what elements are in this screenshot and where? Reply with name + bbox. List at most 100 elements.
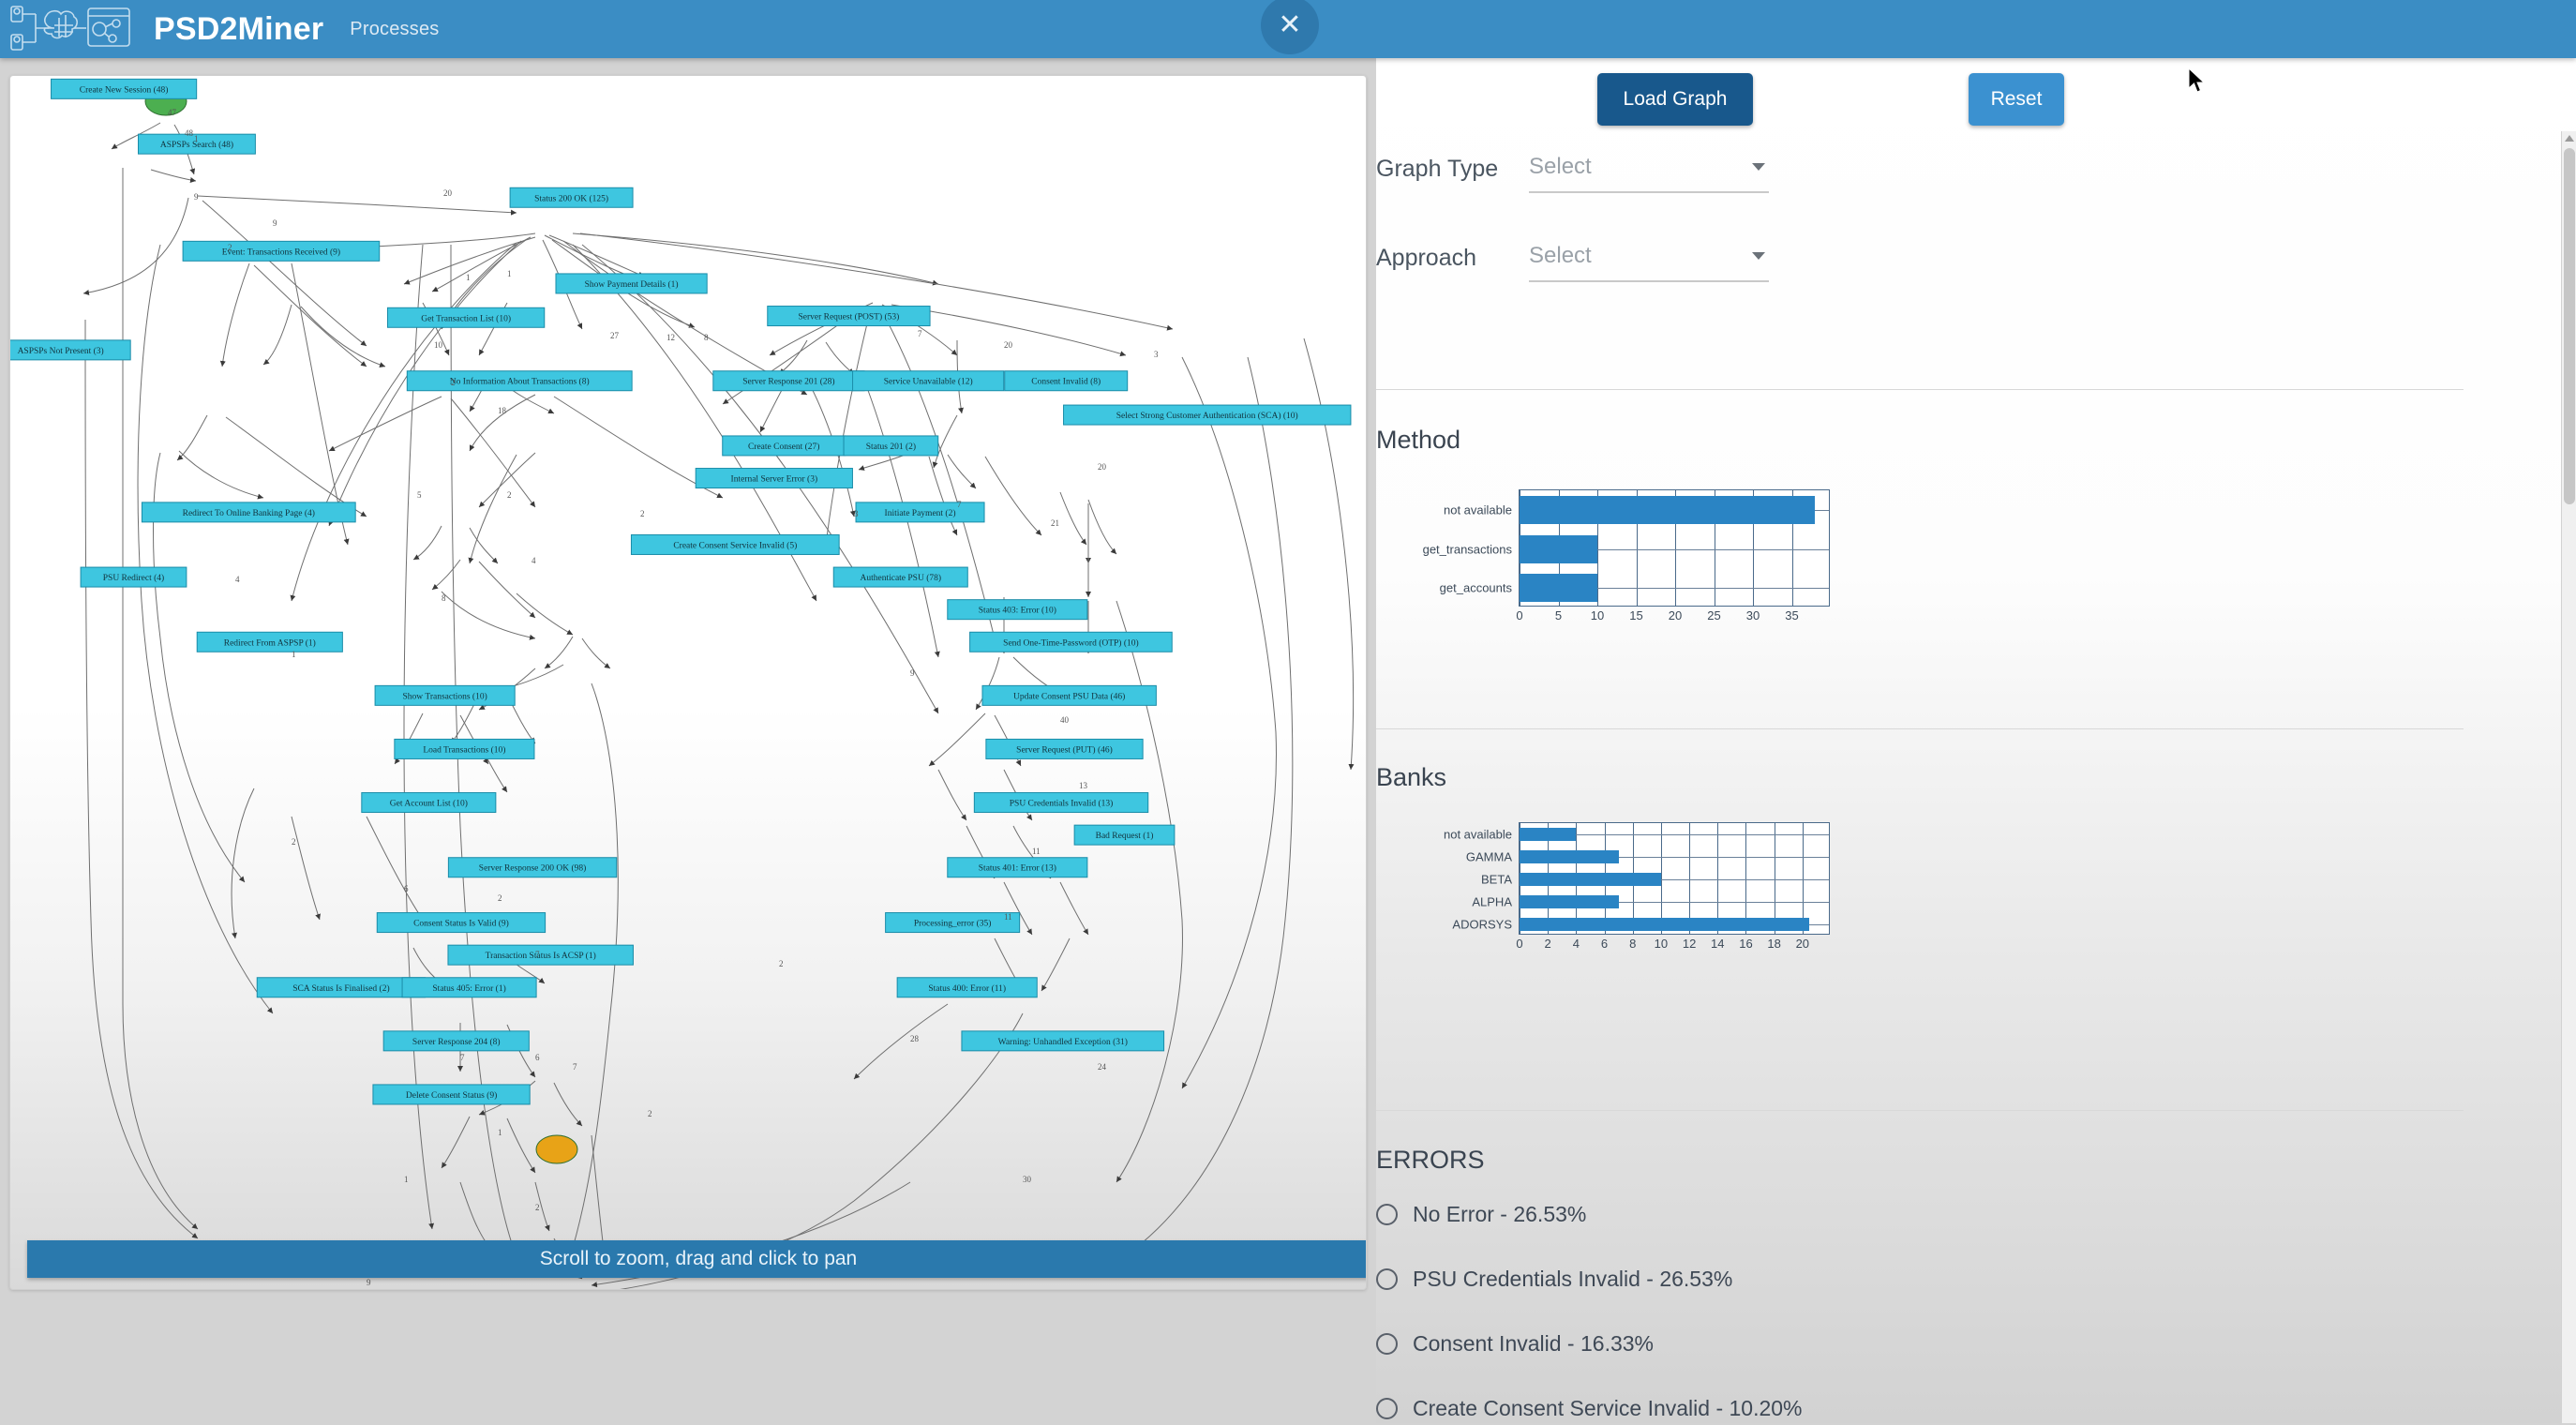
graph-node[interactable]: Show Payment Details (1) [555, 273, 708, 294]
error-option-label: Create Consent Service Invalid - 10.20% [1413, 1396, 1803, 1420]
graph-node[interactable]: Redirect From ASPSP (1) [196, 631, 343, 652]
graph-node[interactable]: Transaction Status Is ACSP (1) [447, 944, 634, 966]
approach-select[interactable]: Select [1529, 237, 1769, 282]
chart-y-tick-label: BETA [1481, 872, 1512, 887]
graph-node-label: Server Request (POST) (53) [798, 312, 899, 322]
graph-node[interactable]: Internal Server Error (3) [695, 468, 853, 489]
reset-button[interactable]: Reset [1969, 73, 2064, 126]
graph-edges [82, 122, 1355, 1289]
graph-node[interactable]: Get Account List (10) [361, 792, 497, 814]
graph-node[interactable]: Server Response 204 (8) [382, 1030, 530, 1052]
graph-node[interactable]: SCA Status Is Finalised (2) [256, 977, 427, 998]
graph-edge-label: 27 [610, 331, 620, 340]
graph-node[interactable]: Consent Invalid (8) [1004, 370, 1129, 392]
chart-plot-area: 0 2 4 6 8 10 12 14 16 18 20 ADORSYS ALPHA BETA GAMMA no… [1444, 822, 1830, 951]
graph-node[interactable]: Update Consent PSU Data (46) [981, 684, 1157, 706]
nav-item-processes[interactable]: Processes [350, 19, 439, 40]
chart-y-tick-label: ADORSYS [1452, 917, 1512, 932]
page-scrollbar[interactable] [2561, 131, 2576, 1423]
graph-node-label: Show Payment Details (1) [585, 279, 679, 290]
graph-edge-label: 1 [404, 1175, 409, 1184]
graph-node[interactable]: Initiate Payment (2) [855, 502, 985, 523]
graph-node[interactable]: Consent Status Is Valid (9) [376, 912, 547, 934]
graph-node-label: Status 401: Error (13) [979, 863, 1056, 874]
chart-x-tick-label: 2 [1544, 937, 1551, 951]
graph-node[interactable]: Server Request (POST) (53) [767, 306, 931, 327]
graph-node[interactable]: Status 401: Error (13) [947, 857, 1088, 878]
graph-node[interactable]: Create Consent Service Invalid (5) [630, 533, 840, 555]
graph-node-label: Status 405: Error (1) [432, 983, 505, 994]
graph-node-label: Processing_error (35) [914, 919, 992, 929]
error-radio-option[interactable]: PSU Credentials Invalid - 26.53% [1376, 1263, 1732, 1296]
graph-node[interactable]: Create New Session (48) [51, 78, 198, 99]
graph-node[interactable]: Warning: Unhandled Exception (31) [961, 1030, 1165, 1052]
graph-node[interactable]: Status 405: Error (1) [401, 977, 537, 998]
error-radio-option[interactable]: Consent Invalid - 16.33% [1376, 1328, 1654, 1360]
radio-button-icon[interactable] [1376, 1398, 1398, 1419]
graph-node-label: Server Request (PUT) (46) [1016, 744, 1113, 755]
graph-edge-label: 7 [957, 500, 962, 509]
graph-node[interactable]: Delete Consent Status (9) [372, 1084, 531, 1105]
process-graph-panel[interactable]: Create New Session (48) ASPSPs Search (48… [9, 75, 1367, 1290]
graph-node[interactable]: Status 200 OK (125) [509, 187, 634, 208]
graph-edge-label: 6 [535, 1053, 540, 1062]
graph-node[interactable]: Event: Transactions Received (9) [182, 240, 381, 262]
scroll-up-arrow-icon[interactable] [2565, 135, 2574, 142]
graph-node[interactable]: PSU Credentials Invalid (13) [973, 792, 1149, 814]
graph-edge-label: 8 [704, 333, 709, 342]
graph-node[interactable]: Service Unavailable (12) [852, 370, 1005, 392]
graph-node-label: ASPSPs Not Present (3) [18, 346, 104, 356]
graph-end-node[interactable] [535, 1134, 578, 1164]
graph-node[interactable]: No Information About Transactions (8) [406, 370, 633, 392]
graph-node[interactable]: Load Transactions (10) [394, 738, 535, 759]
graph-node-label: SCA Status Is Finalised (2) [292, 983, 389, 994]
chart-bar [1520, 574, 1597, 603]
graph-edge-label: 2 [228, 243, 232, 252]
graph-edge-label: 11 [1004, 912, 1012, 922]
graph-node[interactable]: Status 201 (2) [843, 435, 939, 457]
graph-node-label: Update Consent PSU Data (46) [1013, 691, 1125, 701]
graph-node[interactable]: Server Response 201 (28) [712, 370, 865, 392]
graph-type-select[interactable]: Select [1529, 148, 1769, 193]
graph-node[interactable]: Redirect To Online Banking Page (4) [141, 502, 356, 523]
graph-node[interactable]: Select Strong Customer Authentication (S… [1063, 404, 1352, 426]
radio-button-icon[interactable] [1376, 1204, 1398, 1225]
graph-node[interactable]: Create Consent (27) [722, 435, 846, 457]
graph-node[interactable]: Show Transactions (10) [374, 684, 516, 706]
error-radio-option[interactable]: Create Consent Service Invalid - 10.20% [1376, 1392, 1803, 1425]
chart-y-tick-label: not available [1444, 502, 1512, 518]
graph-node[interactable]: Get Transaction List (10) [387, 307, 546, 328]
graph-node[interactable]: Processing_error (35) [885, 912, 1021, 934]
graph-edge-label: 5 [417, 490, 422, 500]
graph-node-label: Get Account List (10) [390, 799, 468, 809]
chart-x-tick-label: 0 [1516, 608, 1523, 622]
graph-node[interactable]: Authenticate PSU (78) [832, 566, 968, 588]
graph-node[interactable]: Server Response 200 OK (98) [447, 857, 618, 878]
graph-node[interactable]: Status 400: Error (11) [896, 977, 1038, 998]
graph-node[interactable]: Server Request (PUT) (46) [985, 738, 1144, 759]
control-panel: Load Graph Reset Graph Type Select Appro… [1376, 58, 2576, 1423]
radio-button-icon[interactable] [1376, 1333, 1398, 1355]
radio-button-icon[interactable] [1376, 1268, 1398, 1290]
chart-x-tick-label: 20 [1668, 608, 1683, 622]
error-option-label: No Error - 26.53% [1413, 1202, 1587, 1226]
graph-edge-label: 9 [273, 218, 277, 228]
error-radio-option[interactable]: No Error - 26.53% [1376, 1198, 1586, 1231]
load-graph-button[interactable]: Load Graph [1597, 73, 1753, 126]
close-button[interactable]: ✕ [1261, 0, 1319, 54]
scrollbar-thumb[interactable] [2564, 148, 2575, 504]
graph-pan-zoom-hint: Scroll to zoom, drag and click to pan [27, 1240, 1366, 1278]
graph-edge-label: 18 [498, 406, 507, 415]
process-graph-svg[interactable]: Create New Session (48)ASPSPs Search (48… [10, 76, 1367, 1290]
graph-edge-label: 40 [1060, 715, 1070, 725]
graph-nodes[interactable]: Create New Session (48)ASPSPs Search (48… [10, 78, 1352, 1287]
graph-node[interactable]: ASPSPs Not Present (3) [10, 339, 131, 361]
graph-node[interactable]: Send One-Time-Password (OTP) (10) [969, 631, 1173, 652]
graph-edge-label: 10 [434, 340, 443, 350]
chart-plot-area: 0 5 10 15 20 25 30 35 get_accounts get_transactio… [1423, 489, 1830, 622]
chart-bar [1520, 849, 1619, 864]
graph-node[interactable]: Status 403: Error (10) [947, 599, 1088, 621]
graph-edge-label: 1 [194, 134, 199, 143]
graph-node[interactable]: Bad Request (1) [1073, 824, 1176, 846]
graph-node[interactable]: PSU Redirect (4) [80, 566, 187, 588]
